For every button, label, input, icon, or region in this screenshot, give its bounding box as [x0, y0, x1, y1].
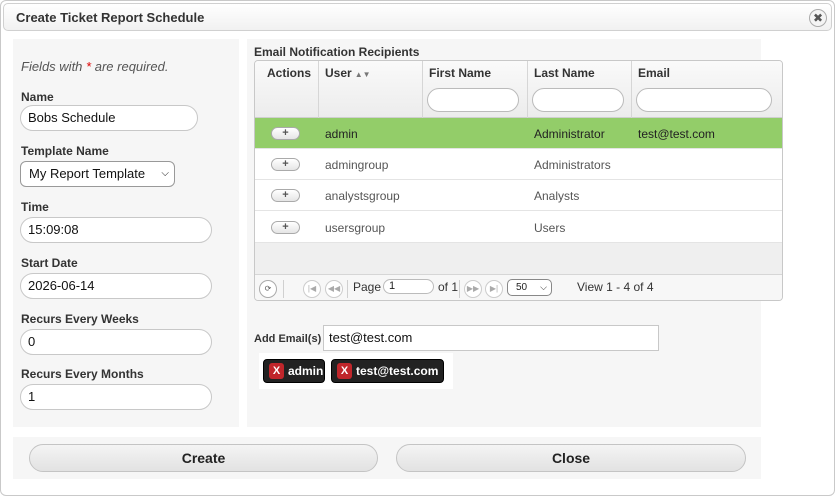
- recipients-grid: Actions User ▲▼ First Name Last Name Emai…: [254, 60, 783, 301]
- chip-label: test@test.com: [356, 364, 439, 378]
- add-recipient-button[interactable]: +: [271, 127, 300, 140]
- prev-page-icon[interactable]: ◀◀: [325, 280, 343, 298]
- table-row[interactable]: + analystsgroup Analysts: [255, 180, 782, 211]
- pager-divider: [283, 280, 284, 298]
- add-recipient-button[interactable]: +: [271, 189, 300, 202]
- refresh-icon[interactable]: ⟳: [259, 280, 277, 298]
- cell-last-name: Administrator: [534, 127, 605, 141]
- remove-chip-icon[interactable]: X: [269, 363, 284, 379]
- page-of-label: of 1: [438, 280, 459, 294]
- add-emails-input[interactable]: test@test.com: [323, 325, 659, 351]
- cell-user: admin: [325, 127, 358, 141]
- remove-chip-icon[interactable]: X: [337, 363, 352, 379]
- chip-label: admin: [288, 364, 324, 378]
- next-page-icon[interactable]: ▶▶: [464, 280, 482, 298]
- col-last-name: Last Name: [528, 61, 632, 118]
- table-row[interactable]: + admin Administrator test@test.com: [255, 118, 782, 149]
- col-actions-label: Actions: [267, 66, 312, 80]
- template-select-value: My Report Template: [29, 166, 146, 181]
- table-row[interactable]: + usersgroup Users: [255, 212, 782, 243]
- col-actions: Actions: [255, 61, 319, 118]
- add-recipient-button[interactable]: +: [271, 221, 300, 234]
- template-label: Template Name: [21, 144, 109, 158]
- weeks-field[interactable]: 0: [20, 329, 212, 355]
- time-field[interactable]: 15:09:08: [20, 217, 212, 243]
- add-recipient-button[interactable]: +: [271, 158, 300, 171]
- col-email-label: Email: [638, 66, 671, 80]
- close-button[interactable]: Close: [396, 444, 746, 472]
- cell-email: test@test.com: [638, 127, 715, 141]
- dialog-footer: Create Close: [13, 437, 761, 479]
- table-row[interactable]: + admingroup Administrators: [255, 149, 782, 180]
- create-schedule-dialog: Create Ticket Report Schedule ✖ Fields w…: [0, 0, 835, 496]
- grid-header: Actions User ▲▼ First Name Last Name Emai…: [255, 61, 782, 118]
- email-chip: Xtest@test.com: [331, 359, 444, 383]
- months-label: Recurs Every Months: [21, 367, 144, 381]
- name-field[interactable]: Bobs Schedule: [20, 105, 198, 131]
- page-size-value: 50: [516, 282, 528, 293]
- pager-divider: [459, 280, 460, 298]
- grid-empty-area: [255, 243, 782, 275]
- add-emails-label: Add Email(s): [254, 333, 322, 345]
- col-first-name-label: First Name: [429, 66, 492, 80]
- required-note-prefix: Fields with: [21, 59, 83, 74]
- email-chip-list: Xadmin Xtest@test.com: [259, 353, 453, 389]
- template-select[interactable]: My Report Template ⌵: [20, 161, 175, 187]
- start-date-field[interactable]: 2026-06-14: [20, 273, 212, 299]
- email-chip: Xadmin: [263, 359, 325, 383]
- name-label: Name: [21, 90, 54, 104]
- last-page-icon[interactable]: ▶|: [485, 280, 503, 298]
- cell-user: admingroup: [325, 158, 389, 172]
- required-note: Fields with * are required.: [21, 59, 168, 74]
- weeks-label: Recurs Every Weeks: [21, 312, 139, 326]
- recipients-panel: Email Notification Recipients Actions Us…: [247, 39, 783, 427]
- create-button[interactable]: Create: [29, 444, 378, 472]
- start-date-label: Start Date: [21, 256, 78, 270]
- months-field[interactable]: 1: [20, 384, 212, 410]
- col-user-text: User: [325, 66, 352, 80]
- cell-user: usersgroup: [325, 221, 386, 235]
- dialog-title: Create Ticket Report Schedule: [16, 10, 205, 25]
- required-star: *: [86, 59, 92, 74]
- col-user[interactable]: User ▲▼: [319, 61, 423, 118]
- sort-icon[interactable]: ▲▼: [355, 70, 371, 79]
- cell-last-name: Administrators: [534, 158, 611, 172]
- page-number-input[interactable]: 1: [383, 279, 434, 294]
- chevron-down-icon: ⌵: [161, 168, 169, 179]
- page-label: Page: [353, 280, 382, 294]
- first-name-filter-input[interactable]: [427, 88, 519, 112]
- cell-user: analystsgroup: [325, 189, 400, 203]
- cell-last-name: Users: [534, 221, 566, 235]
- chevron-down-icon: ⌵: [540, 282, 547, 292]
- col-first-name: First Name: [423, 61, 528, 118]
- col-user-label: User ▲▼: [325, 66, 371, 80]
- schedule-form: Fields with * are required. Name Bobs Sc…: [13, 39, 239, 427]
- col-email: Email: [632, 61, 782, 118]
- close-icon[interactable]: ✖: [809, 9, 827, 27]
- recipients-caption: Email Notification Recipients: [254, 45, 420, 59]
- time-label: Time: [21, 200, 49, 214]
- pager-divider: [347, 280, 348, 298]
- first-page-icon[interactable]: |◀: [303, 280, 321, 298]
- page-size-select[interactable]: 50 ⌵: [507, 279, 552, 296]
- last-name-filter-input[interactable]: [532, 88, 624, 112]
- col-last-name-label: Last Name: [534, 66, 595, 80]
- required-note-suffix: are required.: [94, 59, 169, 74]
- view-count: View 1 - 4 of 4: [577, 280, 654, 294]
- dialog-titlebar: Create Ticket Report Schedule ✖: [3, 3, 832, 31]
- email-filter-input[interactable]: [636, 88, 772, 112]
- grid-pager: ⟳ |◀ ◀◀ Page 1 of 1 ▶▶ ▶| 50 ⌵ View 1 - …: [255, 275, 782, 300]
- cell-last-name: Analysts: [534, 189, 580, 203]
